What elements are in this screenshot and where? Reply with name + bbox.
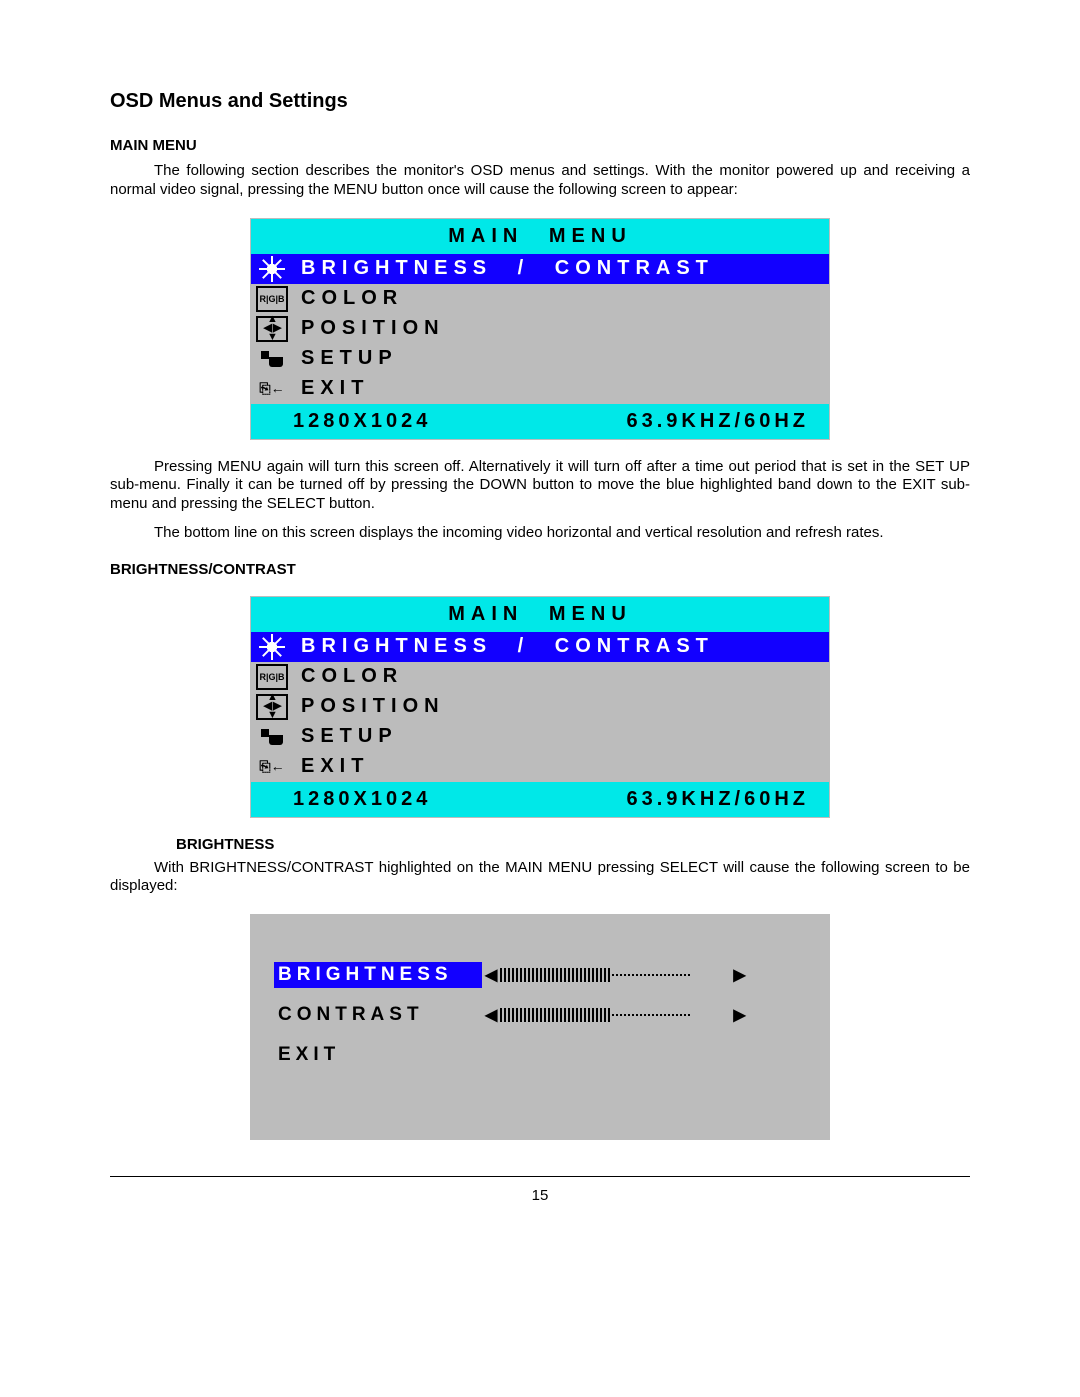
- slider-label: BRIGHTNESS: [274, 962, 482, 988]
- slider-label: CONTRAST: [274, 1002, 482, 1028]
- paragraph-2: Pressing MENU again will turn this scree…: [110, 458, 970, 514]
- right-arrow-icon[interactable]: ▶: [730, 1005, 748, 1025]
- osd-item-label: BRIGHTNESS / CONTRAST: [291, 635, 714, 658]
- rgb-icon: R|G|B: [256, 286, 288, 312]
- osd-refresh: 63.9KHZ/60HZ: [627, 410, 810, 433]
- position-icon: ▲◀ ▶▼: [256, 694, 288, 720]
- osd-item-1[interactable]: R|G|BCOLOR: [251, 662, 829, 692]
- osd-brightness-panel: BRIGHTNESS◀ ▶ CONTRAST◀ ▶ EXIT: [250, 914, 830, 1140]
- osd-item-4[interactable]: ⎘←EXIT: [251, 752, 829, 782]
- position-icon: ▲◀ ▶▼: [256, 316, 288, 342]
- osd-title: MAIN MENU: [251, 597, 829, 632]
- osd-title: MAIN MENU: [251, 219, 829, 254]
- osd-main-menu-1: MAIN MENUBRIGHTNESS / CONTRASTR|G|BCOLOR…: [250, 218, 830, 440]
- osd-item-2[interactable]: ▲◀ ▶▼POSITION: [251, 314, 829, 344]
- osd-resolution: 1280X1024: [293, 410, 431, 433]
- rgb-icon: R|G|B: [256, 664, 288, 690]
- paragraph-3: The bottom line on this screen displays …: [110, 524, 970, 543]
- osd-resolution: 1280X1024: [293, 788, 431, 811]
- osd-item-4[interactable]: ⎘←EXIT: [251, 374, 829, 404]
- brightness-icon: [258, 636, 286, 658]
- section-brightness-contrast: BRIGHTNESS/CONTRAST: [110, 561, 970, 578]
- subsection-brightness: BRIGHTNESS: [176, 836, 970, 853]
- page-number: 15: [110, 1176, 970, 1204]
- osd-footer: 1280X1024 63.9KHZ/60HZ: [251, 404, 829, 439]
- slider-bar[interactable]: [500, 1008, 730, 1022]
- paragraph-1: The following section describes the moni…: [110, 162, 970, 200]
- osd-item-label: POSITION: [291, 317, 445, 340]
- osd-item-0[interactable]: BRIGHTNESS / CONTRAST: [251, 632, 829, 662]
- paragraph-4: With BRIGHTNESS/CONTRAST highlighted on …: [110, 859, 970, 897]
- osd-item-label: BRIGHTNESS / CONTRAST: [291, 257, 714, 280]
- osd-item-label: POSITION: [291, 695, 445, 718]
- page-title: OSD Menus and Settings: [110, 90, 970, 113]
- osd-footer: 1280X1024 63.9KHZ/60HZ: [251, 782, 829, 817]
- osd-item-label: COLOR: [291, 287, 403, 310]
- osd-item-label: SETUP: [291, 725, 398, 748]
- osd-item-1[interactable]: R|G|BCOLOR: [251, 284, 829, 314]
- slider-row-1[interactable]: CONTRAST◀ ▶: [274, 1002, 806, 1028]
- brightness-icon: [258, 258, 286, 280]
- setup-icon: [258, 348, 286, 370]
- osd-item-0[interactable]: BRIGHTNESS / CONTRAST: [251, 254, 829, 284]
- osd-item-label: EXIT: [291, 755, 369, 778]
- osd-item-2[interactable]: ▲◀ ▶▼POSITION: [251, 692, 829, 722]
- left-arrow-icon[interactable]: ◀: [482, 965, 500, 985]
- left-arrow-icon[interactable]: ◀: [482, 1005, 500, 1025]
- exit-icon: ⎘←: [258, 378, 286, 400]
- slider-bar[interactable]: [500, 968, 730, 982]
- exit-icon: ⎘←: [258, 756, 286, 778]
- osd-item-3[interactable]: SETUP: [251, 722, 829, 752]
- osd-item-3[interactable]: SETUP: [251, 344, 829, 374]
- osd-item-label: EXIT: [291, 377, 369, 400]
- section-main-menu: MAIN MENU: [110, 137, 970, 154]
- osd-item-label: COLOR: [291, 665, 403, 688]
- slider-row-0[interactable]: BRIGHTNESS◀ ▶: [274, 962, 806, 988]
- osd-refresh: 63.9KHZ/60HZ: [627, 788, 810, 811]
- slider-row-2[interactable]: EXIT: [274, 1042, 806, 1068]
- osd-item-label: SETUP: [291, 347, 398, 370]
- osd-main-menu-2: MAIN MENUBRIGHTNESS / CONTRASTR|G|BCOLOR…: [250, 596, 830, 818]
- slider-label: EXIT: [274, 1042, 482, 1068]
- right-arrow-icon[interactable]: ▶: [730, 965, 748, 985]
- setup-icon: [258, 726, 286, 748]
